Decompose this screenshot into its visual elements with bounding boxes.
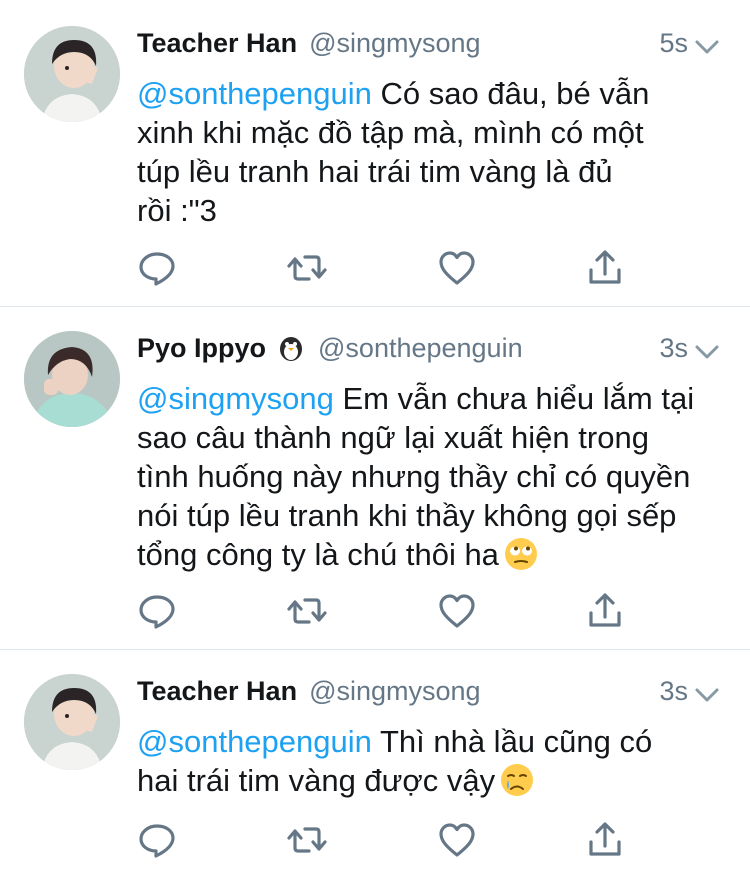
tweet[interactable]: Teacher Han @singmysong 3s @sonthepengui… [0, 650, 750, 879]
mention-link[interactable]: @sonthepenguin [137, 76, 372, 111]
avatar[interactable] [24, 674, 120, 770]
retweet-icon[interactable] [287, 248, 327, 288]
timestamp[interactable]: 3s [659, 676, 688, 707]
reply-icon[interactable] [137, 820, 177, 860]
penguin-emoji [276, 333, 306, 363]
tweet-text: @singmysong Em vẫn chưa hiểu lắm tại sao… [137, 379, 717, 574]
user-handle[interactable]: @singmysong [309, 676, 480, 707]
reply-icon[interactable] [137, 591, 177, 631]
user-name[interactable]: Teacher Han [137, 676, 297, 707]
share-icon[interactable] [585, 591, 625, 631]
tweet[interactable]: Teacher Han @singmysong 5s @sonthepengui… [0, 0, 750, 306]
chevron-down-icon[interactable] [694, 32, 720, 63]
retweet-icon[interactable] [287, 591, 327, 631]
text-line: Có sao đâu, bé vẫn [371, 76, 650, 111]
like-icon[interactable] [437, 591, 477, 631]
text-line: sao câu thành ngữ lại xuất hiện trong [137, 420, 649, 455]
user-handle[interactable]: @singmysong [309, 28, 480, 59]
share-icon[interactable] [585, 248, 625, 288]
tweet-header: Teacher Han @singmysong 3s [137, 674, 720, 708]
timestamp[interactable]: 3s [659, 333, 688, 364]
text-line: hai trái tim vàng được vậy [137, 763, 496, 798]
tweet-actions [137, 248, 637, 288]
text-line: rồi :"3 [137, 193, 217, 228]
like-icon[interactable] [437, 248, 477, 288]
text-line: Em vẫn chưa hiểu lắm tại [333, 381, 695, 416]
user-handle[interactable]: @sonthepenguin [318, 333, 523, 364]
avatar[interactable] [24, 331, 120, 427]
avatar[interactable] [24, 26, 120, 122]
tweet[interactable]: Pyo Ippyo @sonthepenguin 3s @singmysong … [0, 307, 750, 649]
like-icon[interactable] [437, 820, 477, 860]
mention-link[interactable]: @sonthepenguin [137, 724, 372, 759]
tweet-text: @sonthepenguin Thì nhà lầu cũng có hai t… [137, 722, 717, 800]
user-name[interactable]: Pyo Ippyo [137, 333, 266, 364]
chevron-down-icon[interactable] [694, 337, 720, 368]
retweet-icon[interactable] [287, 820, 327, 860]
text-line: nói túp lều tranh khi thầy không gọi sếp [137, 498, 677, 533]
tweet-actions [137, 591, 637, 631]
chevron-down-icon[interactable] [694, 680, 720, 711]
tweet-header: Pyo Ippyo @sonthepenguin 3s [137, 331, 720, 365]
reply-icon[interactable] [137, 248, 177, 288]
eye-roll-emoji [503, 536, 539, 572]
timestamp[interactable]: 5s [659, 28, 688, 59]
user-name[interactable]: Teacher Han [137, 28, 297, 59]
mention-link[interactable]: @singmysong [137, 381, 334, 416]
share-icon[interactable] [585, 820, 625, 860]
text-line: tổng công ty là chú thôi ha [137, 537, 499, 572]
text-line: tình huống này nhưng thầy chỉ có quyền [137, 459, 691, 494]
text-line: xinh khi mặc đồ tập mà, mình có một [137, 115, 644, 150]
text-line: Thì nhà lầu cũng có [371, 724, 653, 759]
crying-emoji [499, 762, 535, 798]
text-line: túp lều tranh hai trái tim vàng là đủ [137, 154, 613, 189]
tweet-header: Teacher Han @singmysong 5s [137, 26, 720, 60]
tweet-actions [137, 820, 637, 860]
tweet-text: @sonthepenguin Có sao đâu, bé vẫn xinh k… [137, 74, 717, 230]
